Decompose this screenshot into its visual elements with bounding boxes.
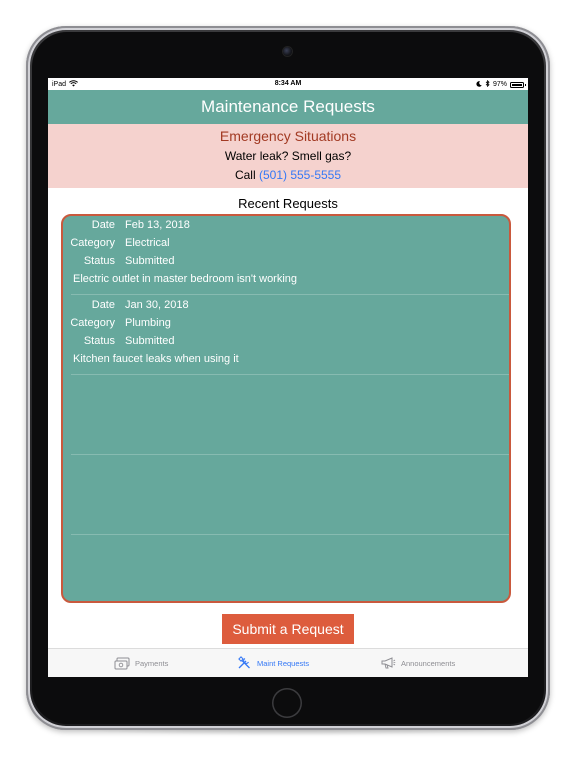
date-label: Date <box>91 219 115 231</box>
emergency-title: Emergency Situations <box>219 128 357 144</box>
status-label: Status <box>83 335 115 347</box>
megaphone-icon <box>381 657 396 669</box>
request-item[interactable]: Date Jan 30, 2018 Category Plumbing Stat… <box>63 296 509 376</box>
battery-percent: 97% <box>492 81 507 88</box>
home-button[interactable] <box>272 688 302 718</box>
row-separator <box>71 454 509 455</box>
date-value: Jan 30, 2018 <box>125 299 189 311</box>
category-row: Category Electrical <box>63 237 503 255</box>
status-bar: iPad 8:34 AM 97% <box>48 78 528 90</box>
status-row: Status Submitted <box>63 255 503 273</box>
camera-icon <box>283 47 292 56</box>
battery-level <box>512 83 522 86</box>
requests-list[interactable]: Date Feb 13, 2018 Category Electrical St… <box>61 214 511 603</box>
bluetooth-icon <box>485 79 490 89</box>
date-label: Date <box>91 299 115 311</box>
payments-icon <box>114 657 130 670</box>
tab-label: Payments <box>135 658 169 668</box>
tab-bar: Payments Maint Requests Announcements <box>48 648 528 677</box>
row-separator <box>71 294 509 295</box>
tab-announcements[interactable]: Announcements <box>381 649 455 677</box>
status-right: 97% <box>476 79 526 89</box>
tab-maint-requests[interactable]: Maint Requests <box>237 649 309 677</box>
emergency-call-line: Call (501) 555-5555 <box>48 168 528 182</box>
category-label: Category <box>70 317 115 329</box>
category-label: Category <box>70 237 115 249</box>
emergency-banner: Emergency Situations Water leak? Smell g… <box>48 124 528 188</box>
status-value: Submitted <box>125 335 175 347</box>
request-item[interactable]: Date Feb 13, 2018 Category Electrical St… <box>63 216 509 296</box>
phone-link[interactable]: (501) 555-5555 <box>259 168 341 182</box>
tools-icon <box>237 656 252 670</box>
category-row: Category Plumbing <box>63 317 503 335</box>
battery-icon <box>510 81 526 88</box>
date-row: Date Jan 30, 2018 <box>63 299 503 317</box>
status-time: 8:34 AM <box>274 80 302 87</box>
row-separator <box>71 374 509 375</box>
category-value: Plumbing <box>125 317 171 329</box>
request-description: Electric outlet in master bedroom isn't … <box>73 273 298 285</box>
emergency-message: Water leak? Smell gas? <box>224 149 352 163</box>
page-title: Maintenance Requests <box>201 97 375 116</box>
status-row: Status Submitted <box>63 335 503 353</box>
request-description: Kitchen faucet leaks when using it <box>73 353 239 365</box>
status-label: Status <box>83 255 115 267</box>
tab-payments[interactable]: Payments <box>114 649 168 677</box>
moon-icon <box>476 80 482 89</box>
row-separator <box>71 534 509 535</box>
call-prefix: Call <box>234 168 256 182</box>
tab-label: Maint Requests <box>257 658 310 668</box>
submit-request-button[interactable]: Submit a Request <box>222 614 354 644</box>
recent-requests-title: Recent Requests <box>238 196 338 211</box>
status-value: Submitted <box>125 255 175 267</box>
nav-bar: Maintenance Requests <box>48 90 528 124</box>
category-value: Electrical <box>125 237 170 249</box>
screen: iPad 8:34 AM 97% Maintenance Requests Em… <box>48 78 528 677</box>
date-value: Feb 13, 2018 <box>125 219 190 231</box>
tab-label: Announcements <box>401 658 456 668</box>
date-row: Date Feb 13, 2018 <box>63 219 503 237</box>
